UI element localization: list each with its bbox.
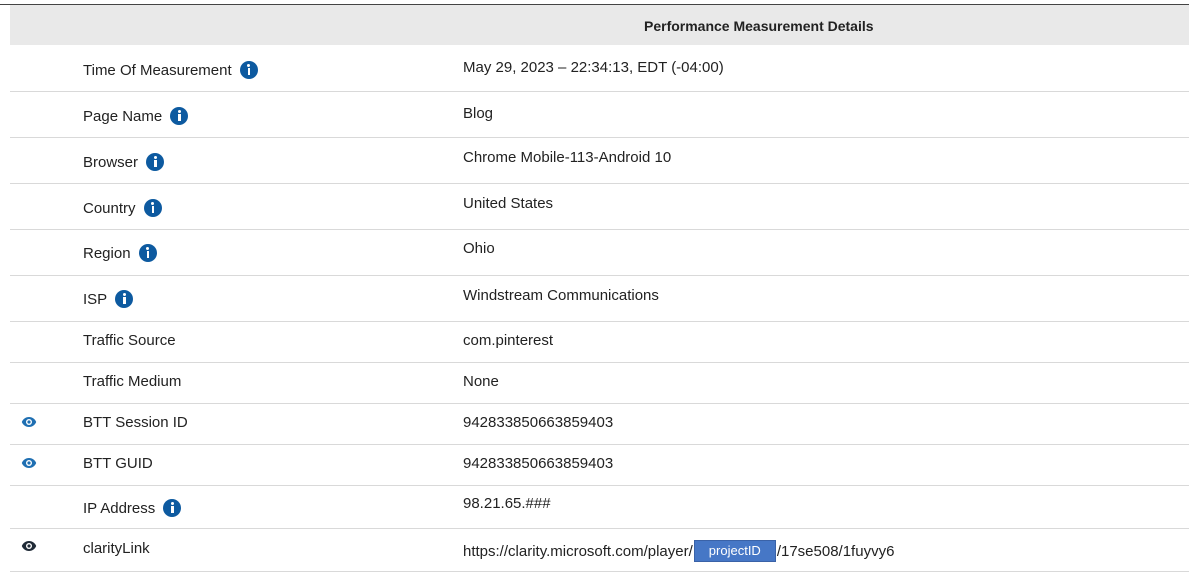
row-value: May 29, 2023 – 22:34:13, EDT (-04:00) (463, 59, 724, 76)
row-value: 942833850663859403 (463, 414, 614, 431)
table-row: Region Ohio (10, 230, 1189, 276)
info-circle-icon[interactable] (146, 153, 165, 171)
row-label: Time Of Measurement (83, 61, 232, 79)
row-label: IP Address (83, 499, 156, 517)
row-value: United States (463, 195, 554, 212)
row-label: BTT Session ID (83, 414, 188, 431)
row-value: 98.21.65.### (463, 495, 551, 512)
row-value: Chrome Mobile-113-Android 10 (463, 149, 672, 166)
row-label-group: Browser (83, 153, 165, 171)
row-value: com.pinterest (463, 332, 554, 349)
table-row: Page Name Blog (10, 92, 1189, 138)
row-label: ISP (83, 290, 108, 308)
row-label-group: Region (83, 244, 157, 262)
table-row: IP Address 98.21.65.### (10, 486, 1189, 529)
table-row: Time Of Measurement May 29, 2023 – 22:34… (10, 46, 1189, 92)
row-label: BTT GUID (83, 455, 153, 472)
row-label-group: Traffic Source (83, 332, 176, 349)
row-value: Ohio (463, 240, 495, 257)
row-label: Browser (83, 153, 139, 171)
row-label-group: IP Address (83, 499, 182, 517)
row-label-group: Traffic Medium (83, 373, 181, 390)
table-row: Traffic Source com.pinterest (10, 322, 1189, 363)
table-row: Browser Chrome Mobile-113-Android 10 (10, 138, 1189, 184)
info-circle-icon[interactable] (239, 61, 258, 79)
row-label: Traffic Medium (83, 373, 182, 390)
table-row: clarityLink https://clarity.microsoft.co… (10, 529, 1189, 572)
redacted-project-id: projectID (693, 540, 776, 562)
info-circle-icon[interactable] (115, 290, 134, 308)
row-label-group: Page Name (83, 107, 189, 125)
row-value: Windstream Communications (463, 287, 659, 304)
eye-icon[interactable] (21, 457, 37, 469)
table-row: BTT GUID 942833850663859403 (10, 445, 1189, 486)
row-label: Traffic Source (83, 332, 176, 349)
table-row: ISP Windstream Communications (10, 276, 1189, 322)
eye-icon[interactable] (21, 540, 37, 552)
row-label-group: Country (83, 199, 162, 217)
row-value: None (463, 373, 499, 390)
table-title: Performance Measurement Details (644, 18, 874, 34)
info-circle-icon[interactable] (163, 499, 182, 517)
eye-icon[interactable] (21, 416, 37, 428)
table-header: Performance Measurement Details (10, 5, 1189, 45)
clarity-link-suffix: /17se508/1fuyvy6 (776, 542, 895, 560)
row-label-group: ISP (83, 290, 134, 308)
row-label-group: BTT GUID (83, 455, 153, 472)
clarity-link-prefix: https://clarity.microsoft.com/player/ (463, 542, 693, 560)
row-value: Blog (463, 105, 494, 122)
row-label: Country (83, 199, 136, 217)
row-label-group: Time Of Measurement (83, 61, 258, 79)
row-value: 942833850663859403 (463, 455, 614, 472)
info-circle-icon[interactable] (143, 199, 162, 217)
clarity-link[interactable]: https://clarity.microsoft.com/player/pro… (463, 540, 894, 562)
row-label-group: clarityLink (83, 540, 150, 557)
info-circle-icon[interactable] (138, 244, 157, 262)
row-label: Page Name (83, 107, 163, 125)
info-circle-icon[interactable] (170, 107, 189, 125)
table-row: BTT Session ID 942833850663859403 (10, 404, 1189, 445)
row-label: Region (83, 244, 131, 262)
row-label: clarityLink (83, 540, 150, 557)
row-label-group: BTT Session ID (83, 414, 188, 431)
table-row: Country United States (10, 184, 1189, 230)
table-row: Traffic Medium None (10, 363, 1189, 404)
